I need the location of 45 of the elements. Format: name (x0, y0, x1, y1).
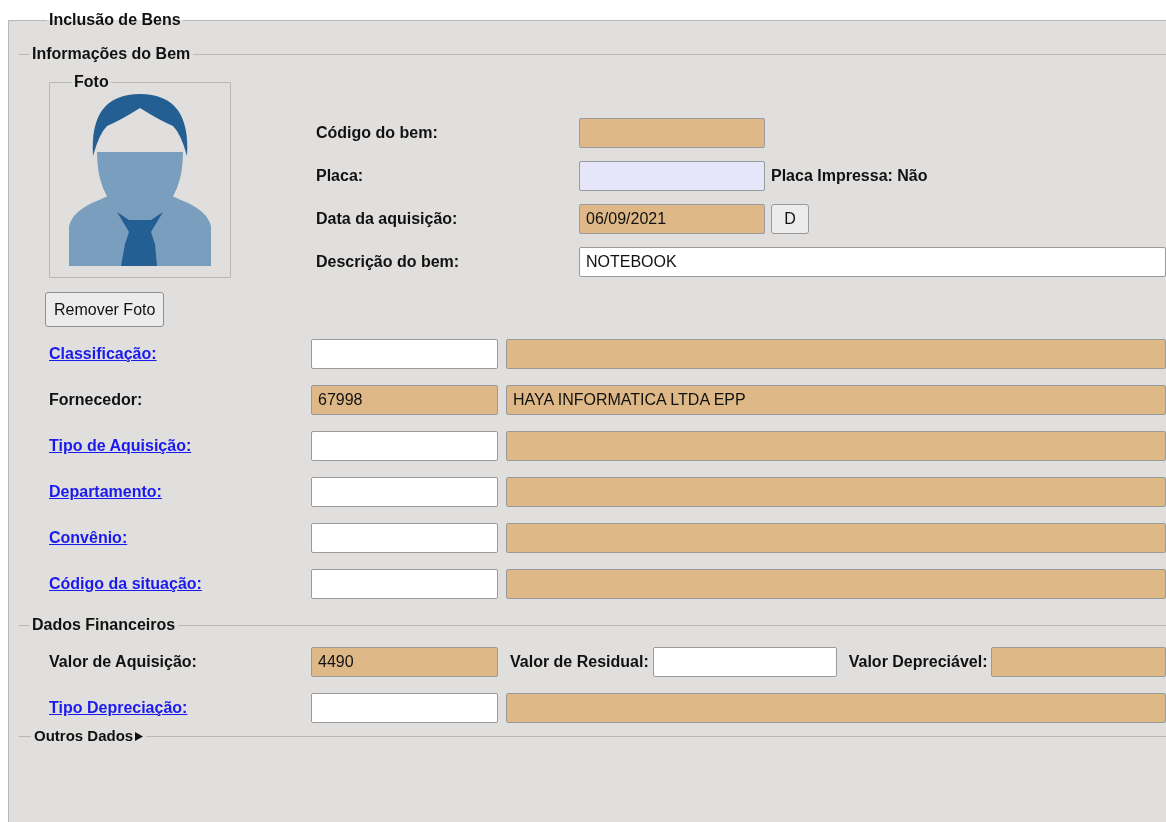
field-label: Placa: (316, 167, 364, 184)
print-status-text: Placa Impressa: Não (771, 166, 928, 186)
text-field[interactable] (652, 647, 837, 677)
field-label: Data da aquisição: (316, 210, 458, 227)
text-field[interactable] (506, 693, 1166, 723)
text-field[interactable] (311, 339, 498, 369)
field-link[interactable]: Tipo Depreciação: (49, 699, 188, 716)
remove-photo-button[interactable]: Remover Foto (45, 292, 165, 327)
text-field[interactable] (506, 339, 1166, 369)
text-field[interactable] (506, 523, 1166, 553)
field-label: Valor de Residual: (510, 652, 649, 672)
field-label: Descrição do bem: (316, 253, 460, 270)
text-field[interactable] (311, 523, 498, 553)
text-field[interactable]: 06/09/2021 (579, 204, 765, 234)
text-field[interactable] (506, 477, 1166, 507)
section-toggle[interactable]: Outros Dados (34, 727, 144, 745)
person-silhouette-icon (69, 94, 211, 266)
date-picker-button[interactable]: D (771, 204, 809, 234)
text-field[interactable]: 67998 (311, 385, 498, 415)
text-field[interactable] (311, 431, 498, 461)
text-field[interactable] (579, 161, 765, 191)
text-field[interactable] (506, 431, 1166, 461)
field-label: Código do bem: (316, 124, 438, 141)
field-link[interactable]: Convênio: (49, 529, 128, 546)
text-field[interactable] (579, 118, 765, 148)
field-link[interactable]: Departamento: (49, 483, 162, 500)
field-label: Valor de Aquisição: (49, 653, 197, 670)
caret-right-icon (135, 731, 144, 741)
text-field[interactable] (991, 647, 1166, 677)
field-link[interactable]: Código da situação: (49, 575, 202, 592)
section-title: Foto (73, 72, 110, 92)
field-label: Valor Depreciável: (848, 652, 988, 672)
text-field[interactable]: 4490 (311, 647, 498, 677)
field-link[interactable]: Tipo de Aquisição: (49, 437, 192, 454)
section-title: Informações do Bem (31, 44, 192, 64)
section-title: Dados Financeiros (31, 615, 177, 635)
form-title: Inclusão de Bens (48, 10, 182, 30)
text-field[interactable] (311, 477, 498, 507)
text-field[interactable]: NOTEBOOK (579, 247, 1166, 277)
text-field[interactable] (311, 569, 498, 599)
field-link[interactable]: Classificação: (49, 345, 157, 362)
text-field[interactable]: HAYA INFORMATICA LTDA EPP (506, 385, 1166, 415)
text-field[interactable] (506, 569, 1166, 599)
field-label: Fornecedor: (49, 391, 143, 408)
text-field[interactable] (311, 693, 498, 723)
